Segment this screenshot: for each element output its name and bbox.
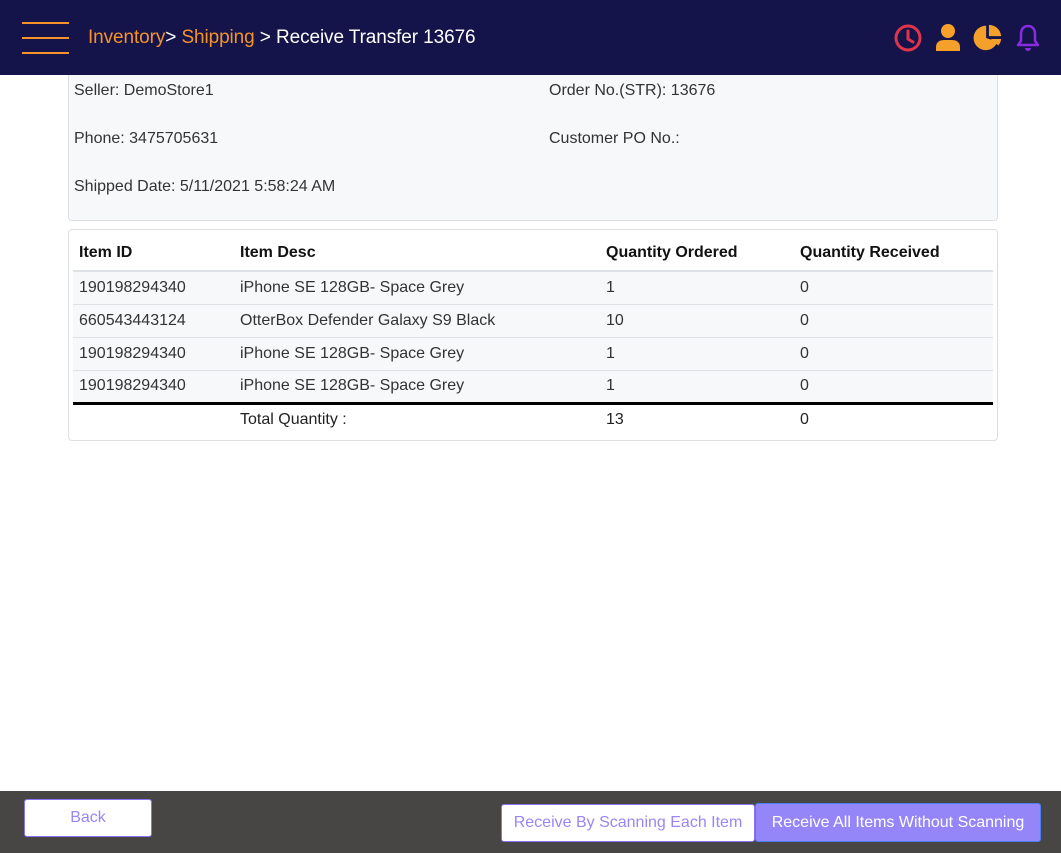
breadcrumb-shipping[interactable]: Shipping [181, 27, 254, 48]
receive-all-without-scanning-button[interactable]: Receive All Items Without Scanning [755, 803, 1041, 842]
quantity-received-cell: 0 [794, 271, 993, 305]
breadcrumb-inventory[interactable]: Inventory [88, 27, 165, 48]
pie-chart-icon[interactable] [973, 23, 1003, 53]
total-label: Total Quantity : [234, 403, 600, 436]
table-row: 190198294340 iPhone SE 128GB- Space Grey… [73, 337, 993, 371]
top-navigation-bar: Inventory> Shipping > Receive Transfer 1… [0, 0, 1061, 75]
table-row: 660543443124 OtterBox Defender Galaxy S9… [73, 304, 993, 338]
quantity-received-cell: 0 [794, 337, 993, 371]
quantity-ordered-cell: 1 [600, 271, 794, 305]
total-ordered: 13 [600, 403, 794, 436]
breadcrumb-separator: > [165, 27, 177, 48]
quantity-ordered-cell: 10 [600, 304, 794, 338]
bell-icon[interactable] [1013, 23, 1043, 53]
item-id-cell: 190198294340 [73, 271, 234, 305]
phone-field: Phone: 3475705631 [74, 130, 219, 147]
quantity-ordered-cell: 1 [600, 337, 794, 371]
total-received: 0 [794, 403, 993, 436]
quantity-received-cell: 0 [794, 304, 993, 338]
item-id-cell: 190198294340 [73, 370, 234, 405]
breadcrumb: Inventory> Shipping > Receive Transfer 1… [88, 25, 476, 51]
item-desc-cell: OtterBox Defender Galaxy S9 Black [234, 304, 600, 338]
items-table-card: Item ID Item Desc Quantity Ordered Quant… [68, 229, 998, 441]
table-row: 190198294340 iPhone SE 128GB- Space Grey… [73, 271, 993, 305]
clock-icon[interactable] [893, 23, 923, 53]
item-id-cell: 660543443124 [73, 304, 234, 338]
table-row: 190198294340 iPhone SE 128GB- Space Grey… [73, 370, 993, 405]
table-header-row: Item ID Item Desc Quantity Ordered Quant… [73, 235, 993, 272]
column-header-item-id: Item ID [73, 235, 234, 272]
user-icon[interactable] [933, 23, 963, 53]
header-actions [893, 22, 1043, 54]
footer-action-bar: Back Receive By Scanning Each Item Recei… [0, 791, 1061, 853]
shipped-date-field: Shipped Date: 5/11/2021 5:58:24 AM [74, 178, 336, 195]
breadcrumb-separator: > [259, 27, 271, 48]
customer-po-field: Customer PO No.: [549, 130, 680, 147]
item-desc-cell: iPhone SE 128GB- Space Grey [234, 370, 600, 405]
column-header-quantity-received: Quantity Received [794, 235, 993, 272]
quantity-ordered-cell: 1 [600, 370, 794, 405]
total-empty-cell [73, 403, 234, 436]
receive-by-scanning-button[interactable]: Receive By Scanning Each Item [501, 804, 755, 842]
order-number-field: Order No.(STR): 13676 [549, 82, 716, 99]
seller-field: Seller: DemoStore1 [74, 82, 214, 99]
page-title: Receive Transfer 13676 [275, 27, 476, 48]
quantity-received-cell: 0 [794, 370, 993, 405]
hamburger-menu-icon[interactable] [22, 20, 70, 54]
column-header-item-desc: Item Desc [234, 235, 600, 272]
item-desc-cell: iPhone SE 128GB- Space Grey [234, 271, 600, 305]
column-header-quantity-ordered: Quantity Ordered [600, 235, 794, 272]
item-id-cell: 190198294340 [73, 337, 234, 371]
items-table: Item ID Item Desc Quantity Ordered Quant… [73, 235, 993, 436]
item-desc-cell: iPhone SE 128GB- Space Grey [234, 337, 600, 371]
total-row: Total Quantity : 13 0 [73, 403, 993, 436]
back-button[interactable]: Back [24, 799, 152, 837]
transfer-info-card: Seller: DemoStore1 Phone: 3475705631 Shi… [68, 75, 998, 221]
